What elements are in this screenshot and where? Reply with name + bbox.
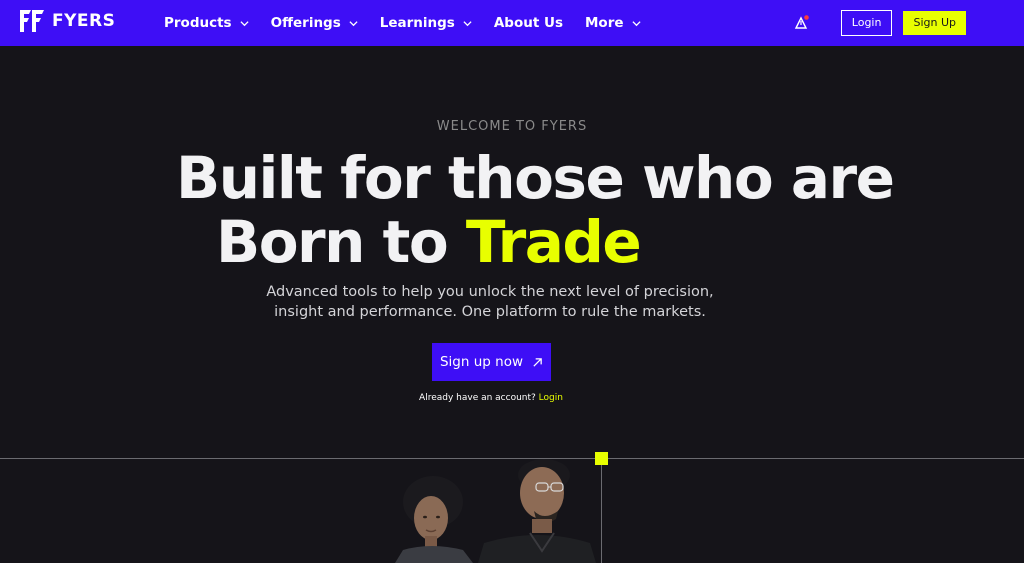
nav-item-label: About Us <box>493 15 563 31</box>
chevron-down-icon <box>349 20 358 26</box>
nav-actions: Login Sign Up <box>793 0 966 46</box>
headline-accent-word: Trade <box>465 208 642 276</box>
hero-eyebrow: WELCOME TO FYERS <box>436 119 588 134</box>
arrow-up-right-icon <box>533 357 542 367</box>
hero-subtext-line1: Advanced tools to help you unlock the ne… <box>266 284 714 300</box>
cta-label: Sign up now <box>439 354 523 370</box>
triangle-alert-icon[interactable] <box>793 14 811 32</box>
nav-item-label: Offerings <box>270 15 341 31</box>
fyers-logo[interactable]: FYERS <box>18 8 115 34</box>
nav-item-more[interactable]: More <box>585 15 641 31</box>
chevron-down-icon <box>631 20 641 26</box>
nav-item-products[interactable]: Products <box>164 15 249 31</box>
login-button[interactable]: Login <box>840 10 893 36</box>
chevron-down-icon <box>240 20 249 26</box>
account-prompt-text: Already have an account? <box>419 393 539 403</box>
signup-now-button[interactable]: Sign up now <box>432 343 551 381</box>
nav-item-label: Products <box>164 15 232 31</box>
hero-headline-line1: Built for those who are <box>176 144 895 212</box>
top-navbar: FYERS Products Offerings Learnings About… <box>0 0 1024 46</box>
fyers-logo-icon <box>20 10 44 32</box>
login-link[interactable]: Login <box>539 393 563 403</box>
nav-item-about-us[interactable]: About Us <box>494 15 563 31</box>
headline-prefix: Born to <box>216 208 466 276</box>
person-woman-image <box>395 476 473 563</box>
account-prompt: Already have an account? Login <box>0 393 982 403</box>
brand-name: FYERS <box>52 11 116 31</box>
divider-vertical <box>601 459 602 563</box>
nav-item-label: More <box>585 15 624 31</box>
hero-subtext: Advanced tools to help you unlock the ne… <box>0 282 980 322</box>
hero-subtext-line2: insight and performance. One platform to… <box>274 304 706 320</box>
person-man-image <box>478 459 596 563</box>
accent-square-marker <box>595 452 608 465</box>
chevron-down-icon <box>463 20 472 26</box>
signup-button[interactable]: Sign Up <box>903 11 966 35</box>
main-menu: Products Offerings Learnings About Us Mo… <box>164 0 663 46</box>
nav-item-offerings[interactable]: Offerings <box>271 15 358 31</box>
nav-item-learnings[interactable]: Learnings <box>380 15 472 31</box>
hero-headline-line2: Born to Trade <box>216 208 642 276</box>
nav-item-label: Learnings <box>379 15 455 31</box>
